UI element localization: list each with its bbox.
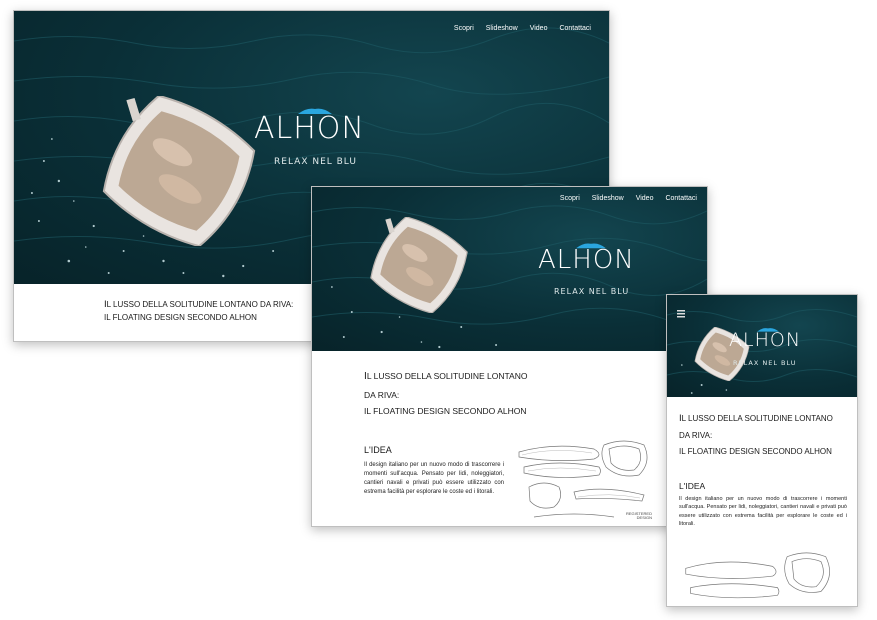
idea-title: L'IDEA [364, 445, 392, 455]
idea-text: Il design italiano per un nuovo modo di … [364, 462, 504, 495]
boat-image [370, 217, 468, 313]
tablet-mockup: Scopri Slideshow Video Contattaci ALHON … [311, 186, 708, 527]
brand-logo: ALHON [254, 108, 365, 146]
main-nav: Scopri Slideshow Video Contattaci [560, 195, 697, 202]
headline-line-2: DA RIVA: [679, 431, 713, 441]
nav-item-video[interactable]: Video [636, 195, 654, 202]
wave-icon [576, 243, 606, 249]
nav-item-contattaci[interactable]: Contattaci [559, 25, 591, 32]
nav-item-slideshow[interactable]: Slideshow [486, 25, 518, 32]
nav-item-scopri[interactable]: Scopri [560, 195, 580, 202]
intro-headline: IL LUSSO DELLA SOLITUDINE LONTANO DA RIV… [679, 409, 833, 460]
boat-image [102, 96, 256, 246]
hero-section: Scopri Slideshow Video Contattaci ALHON … [312, 187, 707, 351]
brand-logo: ALHON [729, 328, 801, 351]
brand-name: ALHON [254, 111, 365, 146]
headline-line-2: DA RIVA: [364, 389, 400, 400]
headline-line-1: IL LUSSO DELLA SOLITUDINE LONTANO [679, 413, 833, 424]
brand-tagline: RELAX NEL BLU [554, 287, 630, 296]
brand-tagline: RELAX NEL BLU [733, 359, 797, 367]
headline-line-1: IL LUSSO DELLA SOLITUDINE LONTANO [364, 371, 528, 382]
design-sketch-image [685, 552, 830, 599]
hero-section: ALHON RELAX NEL BLU [667, 295, 857, 397]
nav-item-contattaci[interactable]: Contattaci [665, 195, 697, 202]
design-sketch-image [518, 440, 648, 518]
idea-text: Il design italiano per un nuovo modo di … [679, 496, 847, 527]
brand-tagline: RELAX NEL BLU [274, 157, 357, 167]
nav-item-video[interactable]: Video [530, 25, 548, 32]
nav-item-slideshow[interactable]: Slideshow [592, 195, 624, 202]
wave-icon [298, 108, 332, 115]
headline-line-3: IL FLOATING DESIGN SECONDO ALHON [364, 406, 527, 417]
intro-headline: IL LUSSO DELLA SOLITUDINE LONTANO DA RIV… [364, 367, 527, 420]
wave-icon [757, 328, 779, 332]
brand-logo: ALHON [538, 243, 635, 275]
sketch-caption: REGISTERED DESIGN [625, 511, 652, 521]
menu-icon[interactable] [676, 306, 686, 318]
main-nav: Scopri Slideshow Video Contattaci [454, 25, 591, 32]
nav-item-scopri[interactable]: Scopri [454, 25, 474, 32]
headline-line-3: IL FLOATING DESIGN SECONDO ALHON [679, 447, 832, 457]
mobile-mockup: ALHON RELAX NEL BLU IL LUSSO DELLA SOLIT… [666, 294, 858, 607]
idea-title: L'IDEA [679, 481, 706, 491]
